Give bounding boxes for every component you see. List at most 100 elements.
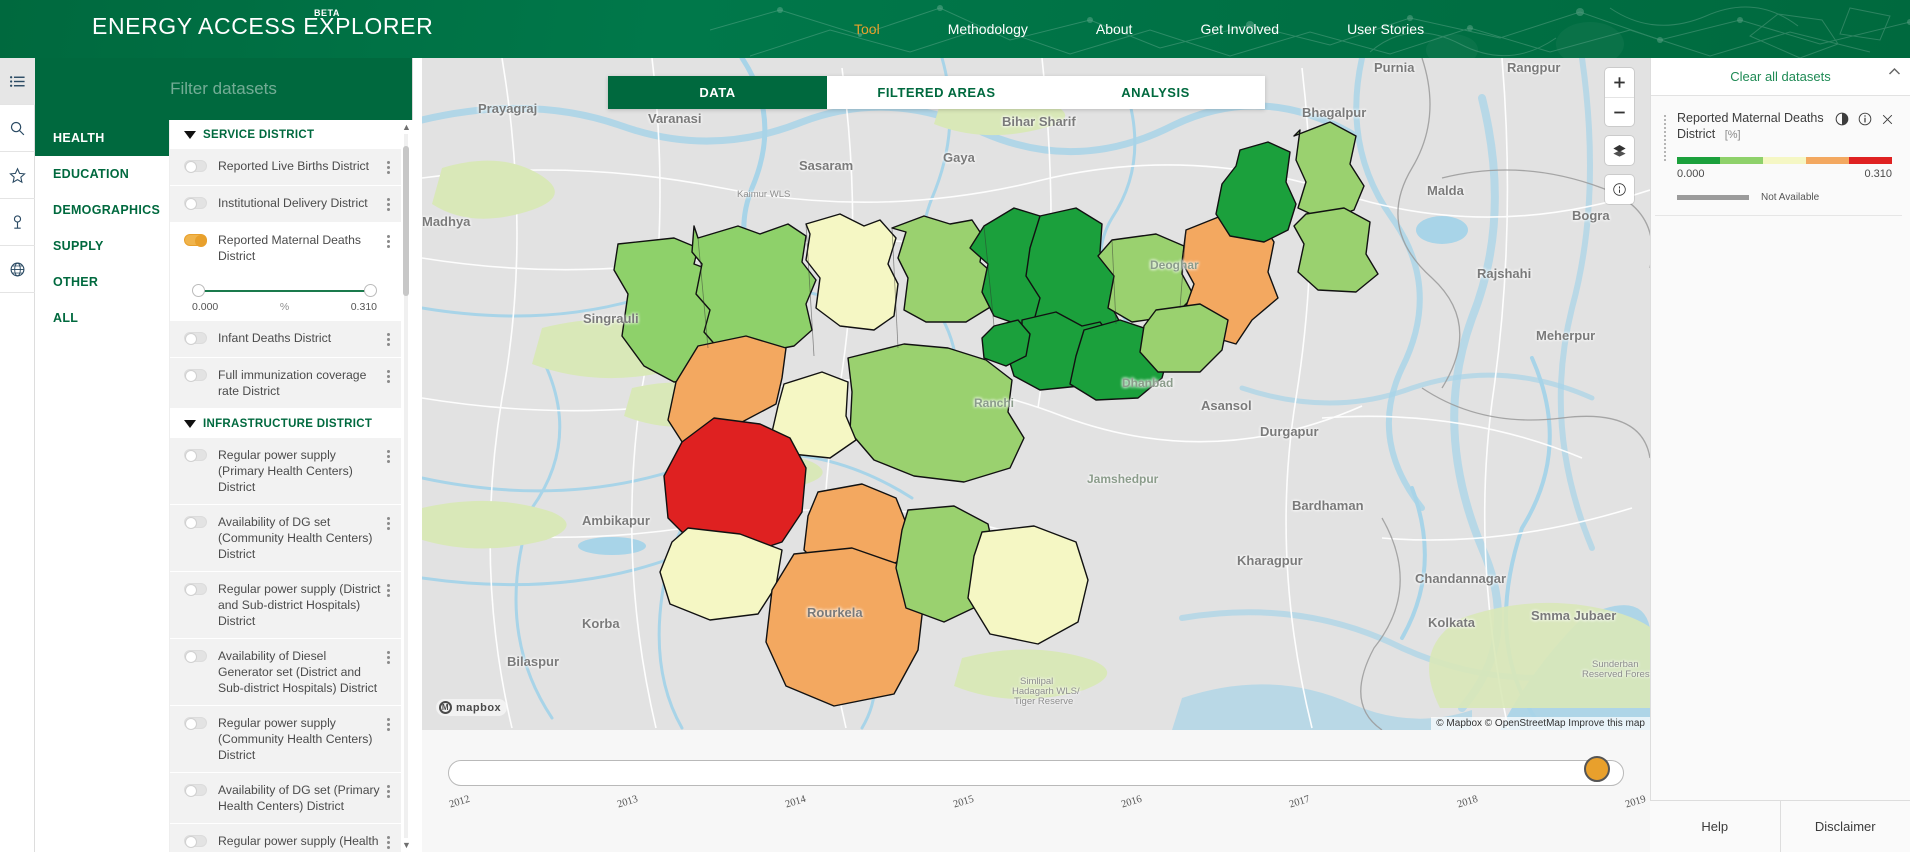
close-icon[interactable] bbox=[1881, 113, 1894, 126]
dataset-toggle[interactable] bbox=[184, 449, 207, 461]
dataset-label: Availability of Diesel Generator set (Di… bbox=[218, 648, 393, 696]
dataset-row[interactable]: Regular power supply (Community Health C… bbox=[170, 706, 401, 773]
dataset-toggle[interactable] bbox=[184, 650, 207, 662]
dataset-menu-icon[interactable] bbox=[383, 649, 393, 666]
dataset-toggle[interactable] bbox=[184, 583, 207, 595]
help-button[interactable]: Help bbox=[1650, 801, 1780, 852]
map-canvas bbox=[422, 58, 1650, 730]
rail-item-location[interactable] bbox=[0, 199, 35, 246]
dataset-row[interactable]: Regular power supply (District and Sub-d… bbox=[170, 572, 401, 639]
dataset-menu-icon[interactable] bbox=[383, 368, 393, 385]
nav-item-about[interactable]: About bbox=[1062, 0, 1167, 58]
dataset-row[interactable]: Regular power supply (Primary Health Cen… bbox=[170, 438, 401, 505]
dataset-toggle[interactable] bbox=[184, 835, 207, 847]
contrast-icon[interactable] bbox=[1835, 112, 1849, 126]
nav-item-methodology[interactable]: Methodology bbox=[914, 0, 1062, 58]
range-knob-min[interactable] bbox=[192, 284, 205, 297]
scrollbar-thumb[interactable] bbox=[403, 146, 409, 296]
dataset-toggle[interactable] bbox=[184, 784, 207, 796]
dataset-label: Institutional Delivery District bbox=[218, 195, 393, 211]
dataset-menu-icon[interactable] bbox=[383, 196, 393, 213]
timeline-year-label: 2012 bbox=[448, 794, 471, 811]
group-header-infrastructure-district[interactable]: INFRASTRUCTURE DISTRICT bbox=[170, 409, 401, 438]
timeline-handle[interactable] bbox=[1584, 756, 1610, 782]
nav-item-user-stories[interactable]: User Stories bbox=[1313, 0, 1458, 58]
timeline-year-label: 2017 bbox=[1288, 794, 1311, 811]
icon-rail bbox=[0, 58, 35, 852]
dataset-row[interactable]: Institutional Delivery District bbox=[170, 186, 401, 223]
zoom-out-button[interactable] bbox=[1605, 97, 1634, 126]
timeline-year-label: 2015 bbox=[952, 794, 975, 811]
mapbox-logo[interactable]: M mapbox bbox=[436, 699, 507, 716]
clear-all-datasets-button[interactable]: Clear all datasets bbox=[1651, 58, 1910, 96]
ramp-swatch bbox=[1806, 157, 1849, 164]
dataset-row[interactable]: Full immunization coverage rate District bbox=[170, 358, 401, 409]
zoom-in-button[interactable] bbox=[1605, 68, 1634, 97]
dataset-toggle[interactable] bbox=[184, 160, 207, 172]
timeline-track[interactable] bbox=[448, 760, 1624, 786]
map-attribution[interactable]: © Mapbox © OpenStreetMap Improve this ma… bbox=[1431, 717, 1650, 730]
category-other[interactable]: OTHER bbox=[35, 264, 169, 300]
range-track bbox=[198, 290, 371, 292]
dataset-row[interactable]: Availability of DG set (Primary Health C… bbox=[170, 773, 401, 824]
tab-analysis[interactable]: ANALYSIS bbox=[1046, 76, 1265, 109]
dataset-row[interactable]: Regular power supply (Health bbox=[170, 824, 401, 852]
dataset-scrollbar[interactable]: ▲ ▼ bbox=[401, 120, 411, 852]
rail-item-global[interactable] bbox=[0, 246, 35, 293]
rail-item-favorites[interactable] bbox=[0, 152, 35, 199]
dataset-menu-icon[interactable] bbox=[383, 716, 393, 733]
category-education[interactable]: EDUCATION bbox=[35, 156, 169, 192]
dataset-row[interactable]: Infant Deaths District bbox=[170, 321, 401, 358]
dataset-toggle[interactable] bbox=[184, 516, 207, 528]
dataset-menu-icon[interactable] bbox=[383, 233, 393, 250]
nav-item-tool[interactable]: Tool bbox=[820, 0, 914, 58]
timeline-year-axis: 20122013201420152016201720182019 bbox=[448, 800, 1624, 824]
map-container[interactable]: PrayagrajVaranasiSasaramKaimur WLSSingra… bbox=[422, 58, 1650, 730]
rail-item-list[interactable] bbox=[0, 58, 35, 105]
dataset-row[interactable]: Availability of Diesel Generator set (Di… bbox=[170, 639, 401, 706]
dataset-toggle[interactable] bbox=[184, 197, 207, 209]
map-info-button[interactable] bbox=[1605, 175, 1634, 204]
dataset-row[interactable]: Availability of DG set (Community Health… bbox=[170, 505, 401, 572]
drag-handle-icon[interactable] bbox=[1663, 114, 1670, 162]
category-supply[interactable]: SUPPLY bbox=[35, 228, 169, 264]
scroll-up-icon[interactable]: ▲ bbox=[401, 120, 412, 134]
tab-data[interactable]: DATA bbox=[608, 76, 827, 109]
footer-bar: Help Disclaimer bbox=[1650, 800, 1910, 852]
tab-filtered-areas[interactable]: FILTERED AREAS bbox=[827, 76, 1046, 109]
category-demographics[interactable]: DEMOGRAPHICS bbox=[35, 192, 169, 228]
dataset-menu-icon[interactable] bbox=[383, 515, 393, 532]
scroll-down-icon[interactable]: ▼ bbox=[401, 838, 412, 852]
group-header-service-district[interactable]: SERVICE DISTRICT bbox=[170, 120, 401, 149]
range-labels: 0.000 % 0.310 bbox=[192, 301, 377, 313]
dataset-range-filter[interactable]: 0.000 % 0.310 bbox=[170, 274, 401, 321]
collapse-panel-icon[interactable] bbox=[1887, 64, 1902, 82]
dataset-row-active[interactable]: Reported Maternal Deaths District bbox=[170, 223, 401, 274]
dataset-menu-icon[interactable] bbox=[383, 159, 393, 176]
layers-button[interactable] bbox=[1605, 136, 1634, 165]
dataset-toggle[interactable] bbox=[184, 332, 207, 344]
dataset-toggle[interactable] bbox=[184, 369, 207, 381]
disclaimer-button[interactable]: Disclaimer bbox=[1780, 801, 1910, 852]
rail-item-search[interactable] bbox=[0, 105, 35, 152]
filter-datasets-title: Filter datasets bbox=[35, 58, 412, 120]
dataset-label: Infant Deaths District bbox=[218, 330, 393, 346]
legend-range-values: 0.000 0.310 bbox=[1677, 168, 1892, 180]
dataset-row[interactable]: Reported Live Births District bbox=[170, 149, 401, 186]
category-health[interactable]: HEALTH bbox=[35, 120, 169, 156]
nav-item-get-involved[interactable]: Get Involved bbox=[1166, 0, 1313, 58]
info-icon[interactable] bbox=[1858, 112, 1872, 126]
category-all[interactable]: ALL bbox=[35, 300, 169, 336]
dataset-menu-icon[interactable] bbox=[383, 331, 393, 348]
dataset-menu-icon[interactable] bbox=[383, 834, 393, 851]
range-knob-max[interactable] bbox=[364, 284, 377, 297]
dataset-menu-icon[interactable] bbox=[383, 582, 393, 599]
dataset-menu-icon[interactable] bbox=[383, 448, 393, 465]
star-icon bbox=[9, 167, 26, 184]
dataset-toggle-on[interactable] bbox=[184, 234, 207, 246]
range-slider[interactable] bbox=[192, 284, 377, 298]
legend-max-value: 0.310 bbox=[1864, 168, 1892, 180]
dataset-toggle[interactable] bbox=[184, 717, 207, 729]
dataset-menu-icon[interactable] bbox=[383, 783, 393, 800]
main-nav: Tool Methodology About Get Involved User… bbox=[820, 0, 1458, 58]
